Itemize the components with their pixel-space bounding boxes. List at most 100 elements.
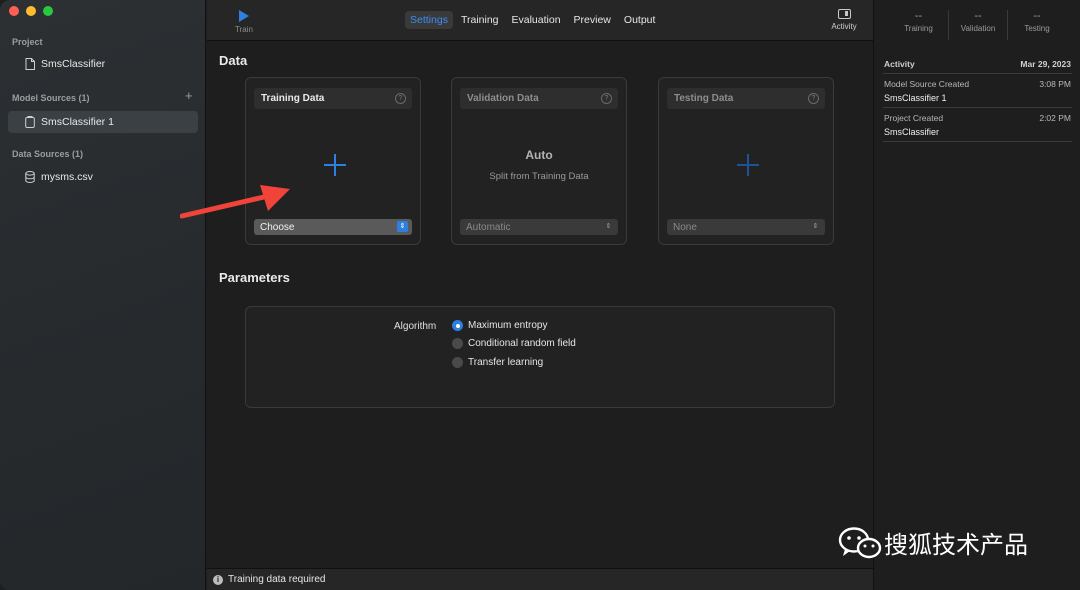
- tab-settings[interactable]: Settings: [405, 11, 453, 29]
- app-window: Project SmsClassifier Model Sources (1) …: [0, 0, 1080, 590]
- add-model-source-button[interactable]: +: [185, 89, 193, 102]
- option-label: Conditional random field: [468, 338, 576, 349]
- status-message: Training data required: [228, 574, 326, 585]
- activity-event: Model Source Created: [884, 79, 970, 89]
- algorithm-option-transfer-learning[interactable]: Transfer learning: [452, 357, 543, 368]
- window-controls: [9, 6, 53, 16]
- activity-time: 2:02 PM: [1039, 113, 1071, 123]
- status-bar: i Training data required: [207, 568, 873, 590]
- activity-label: Activity: [831, 22, 857, 31]
- validation-data-select[interactable]: Automatic ⇕: [460, 219, 618, 235]
- annotation-arrow-icon: [180, 185, 290, 219]
- database-icon: [24, 171, 36, 183]
- sidebar-item-label: SmsClassifier: [41, 58, 106, 70]
- sidebar-heading-model-sources: Model Sources (1): [12, 93, 90, 103]
- radio-icon: [452, 338, 463, 349]
- help-icon[interactable]: ?: [601, 93, 612, 104]
- metric-value: --: [914, 10, 923, 22]
- activity-event: Project Created: [884, 113, 944, 123]
- parameters-section-title: Parameters: [219, 270, 290, 285]
- activity-entry[interactable]: Model Source Created 3:08 PM SmsClassifi…: [884, 79, 1071, 103]
- algorithm-option-crf[interactable]: Conditional random field: [452, 338, 576, 349]
- metric-label: Training: [904, 24, 933, 33]
- train-label: Train: [235, 25, 253, 34]
- validation-auto-title: Auto: [525, 148, 553, 162]
- algorithm-option-maximum-entropy[interactable]: Maximum entropy: [452, 320, 547, 331]
- help-icon[interactable]: ?: [395, 93, 406, 104]
- main-content: Data Training Data ? Choose ⇕ Validation…: [207, 41, 873, 568]
- chevron-up-down-icon: ⇕: [397, 221, 408, 232]
- tab-evaluation[interactable]: Evaluation: [507, 11, 566, 29]
- card-title: Testing Data: [674, 93, 734, 104]
- metric-value: --: [974, 10, 982, 22]
- testing-data-select[interactable]: None ⇕: [667, 219, 825, 235]
- info-icon: i: [213, 574, 223, 585]
- add-training-data-icon[interactable]: [324, 154, 346, 176]
- close-window-button[interactable]: [9, 6, 19, 16]
- option-label: Maximum entropy: [468, 320, 548, 331]
- sidebar-item-model-source[interactable]: SmsClassifier 1: [8, 111, 198, 133]
- select-value: None: [673, 221, 697, 233]
- training-data-header: Training Data ?: [254, 88, 412, 109]
- metric-value: --: [1033, 10, 1041, 22]
- radio-selected-icon: [452, 320, 463, 331]
- tab-bar: Settings Training Evaluation Preview Out…: [405, 11, 663, 29]
- activity-time: 3:08 PM: [1039, 79, 1071, 89]
- metric-label: Testing: [1024, 24, 1050, 33]
- activity-toggle-button[interactable]: Activity: [827, 9, 861, 31]
- card-title: Validation Data: [467, 93, 539, 104]
- data-section-title: Data: [219, 53, 248, 68]
- testing-data-card: Testing Data ? None ⇕: [658, 77, 834, 245]
- activity-name: SmsClassifier: [884, 127, 940, 137]
- activity-header: Activity Mar 29, 2023: [884, 59, 1071, 69]
- train-button[interactable]: Train: [231, 8, 257, 34]
- minimize-window-button[interactable]: [26, 6, 36, 16]
- metric-training: -- Training: [889, 10, 948, 40]
- metric-validation: -- Validation: [948, 10, 1007, 40]
- tab-output[interactable]: Output: [619, 11, 661, 29]
- algorithm-label: Algorithm: [394, 321, 437, 332]
- validation-auto-subtitle: Split from Training Data: [489, 171, 589, 182]
- sidebar-item-project[interactable]: SmsClassifier: [8, 53, 198, 75]
- activity-entry[interactable]: Project Created 2:02 PM SmsClassifier: [884, 113, 1071, 137]
- toolbar: Train Settings Training Evaluation Previ…: [207, 0, 873, 41]
- activity-heading: Activity: [884, 59, 915, 69]
- activity-date: Mar 29, 2023: [1020, 59, 1071, 69]
- radio-icon: [452, 357, 463, 368]
- document-icon: [24, 58, 36, 70]
- divider: [883, 141, 1072, 142]
- sidebar-item-label: mysms.csv: [41, 171, 93, 183]
- validation-data-header: Validation Data ?: [460, 88, 618, 109]
- help-icon[interactable]: ?: [808, 93, 819, 104]
- watermark: 搜狐技术产品: [838, 525, 1028, 560]
- wechat-logo-icon: [838, 526, 882, 558]
- sidebar-item-data-source[interactable]: mysms.csv: [8, 166, 198, 188]
- option-label: Transfer learning: [468, 357, 544, 368]
- sidebar-right-icon: [837, 9, 851, 19]
- select-value: Choose: [260, 221, 295, 233]
- tab-training[interactable]: Training: [456, 11, 504, 29]
- add-testing-data-icon[interactable]: [737, 154, 759, 176]
- tab-preview[interactable]: Preview: [569, 11, 616, 29]
- testing-data-header: Testing Data ?: [667, 88, 825, 109]
- play-icon: [239, 10, 249, 22]
- sidebar: Project SmsClassifier Model Sources (1) …: [0, 0, 206, 590]
- zoom-window-button[interactable]: [43, 6, 53, 16]
- metric-testing: -- Testing: [1007, 10, 1066, 40]
- watermark-text: 搜狐技术产品: [884, 531, 1028, 559]
- divider: [883, 73, 1072, 74]
- training-data-select[interactable]: Choose ⇕: [254, 219, 412, 235]
- activity-name: SmsClassifier 1: [884, 93, 947, 103]
- activity-panel: -- Training -- Validation -- Testing Act…: [873, 0, 1080, 590]
- model-icon: [24, 116, 36, 128]
- parameters-panel: Algorithm Maximum entropy Conditional ra…: [245, 306, 835, 408]
- chevron-up-down-icon: ⇕: [605, 223, 612, 230]
- chevron-up-down-icon: ⇕: [812, 223, 819, 230]
- sidebar-heading-project: Project: [12, 37, 43, 47]
- divider: [883, 107, 1072, 108]
- card-title: Training Data: [261, 93, 325, 104]
- sidebar-item-label: SmsClassifier 1: [41, 116, 114, 128]
- sidebar-heading-data-sources: Data Sources (1): [12, 149, 84, 159]
- metrics-summary: -- Training -- Validation -- Testing: [874, 10, 1080, 40]
- metric-label: Validation: [960, 24, 996, 33]
